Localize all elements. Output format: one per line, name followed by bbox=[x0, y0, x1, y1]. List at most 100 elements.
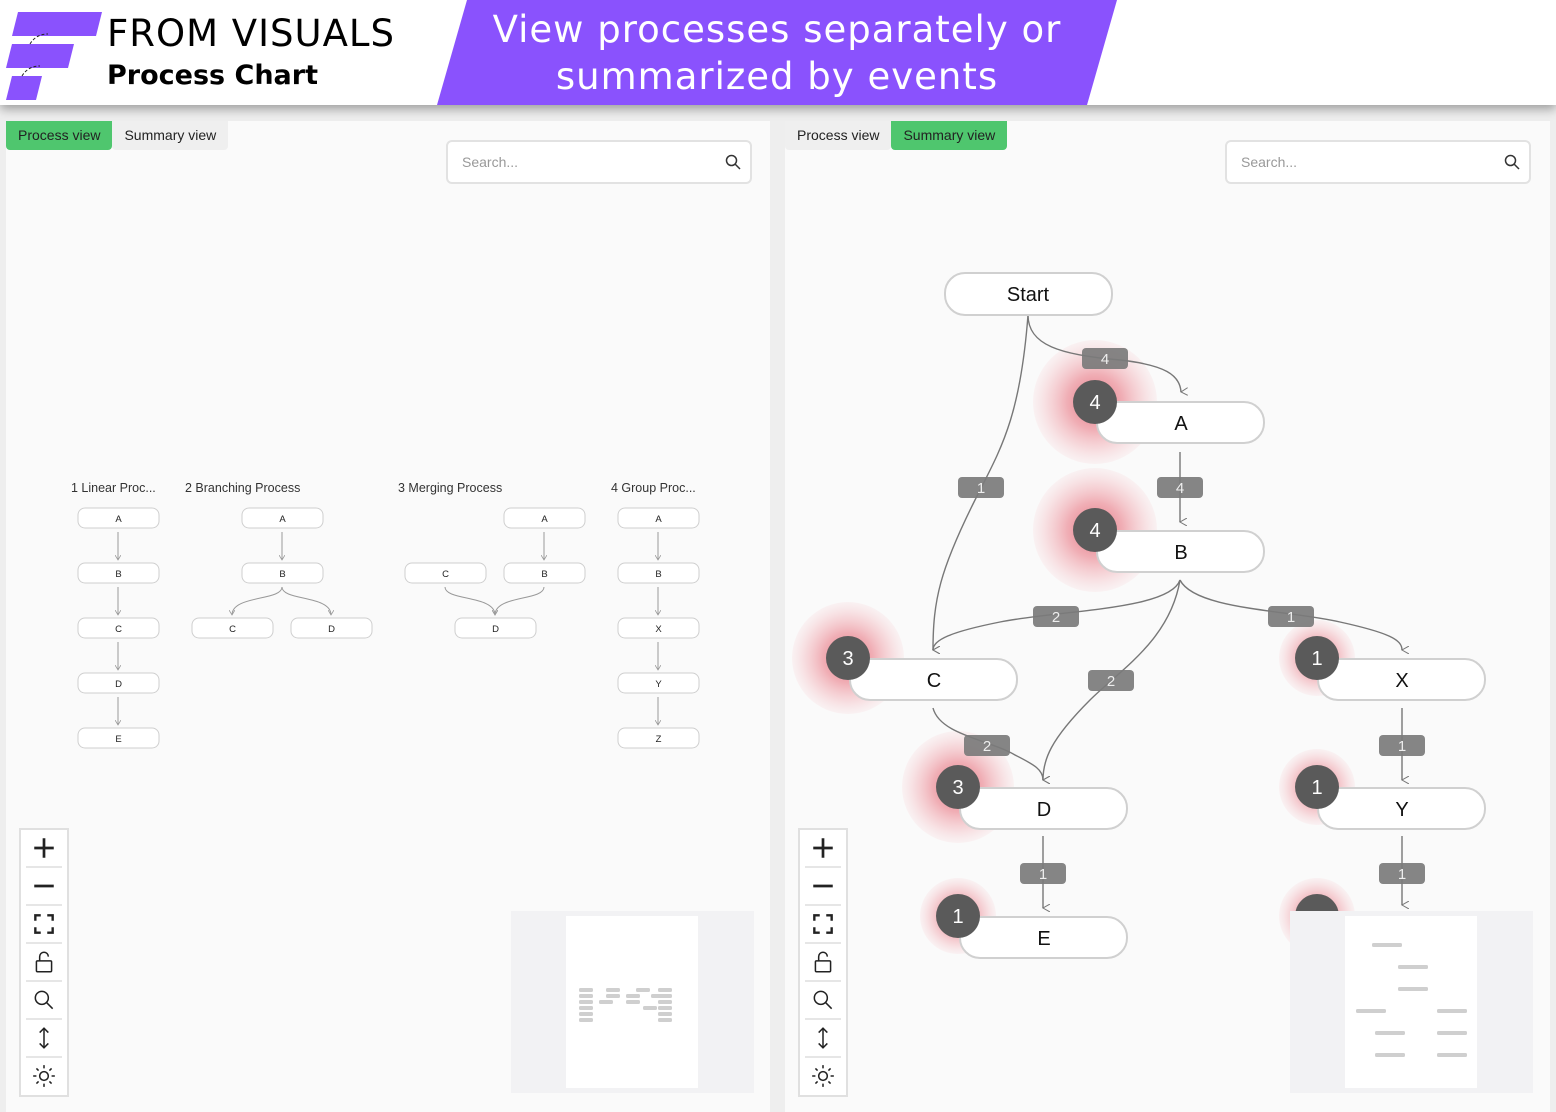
process-node[interactable]: B bbox=[503, 562, 586, 584]
process-title: 4 Group Proc... bbox=[611, 481, 696, 495]
count-badge-text: 1 bbox=[1311, 777, 1322, 799]
zoom-in-button[interactable] bbox=[26, 830, 62, 868]
process-node[interactable]: D bbox=[77, 672, 160, 694]
fit-view-button[interactable] bbox=[26, 906, 62, 944]
count-badge-text: 4 bbox=[1089, 520, 1100, 542]
search-button[interactable] bbox=[805, 982, 841, 1020]
edge-count-text: 2 bbox=[983, 738, 991, 755]
edge-count-text: 4 bbox=[1176, 480, 1184, 497]
tab-summary-view[interactable]: Summary view bbox=[112, 121, 229, 150]
process-node[interactable]: D bbox=[454, 617, 537, 639]
node-label: C bbox=[442, 569, 449, 580]
minimap-node bbox=[1375, 1031, 1405, 1035]
edge-count-text: 1 bbox=[977, 480, 985, 497]
node-label: B bbox=[279, 569, 285, 580]
minimap-node bbox=[606, 988, 620, 992]
search-button[interactable] bbox=[26, 982, 62, 1020]
process-node[interactable]: A bbox=[617, 507, 700, 529]
node-label: A bbox=[655, 514, 662, 525]
node-label: D bbox=[1037, 799, 1051, 821]
search-icon bbox=[813, 990, 833, 1010]
banner-line-2: summarized by events bbox=[555, 55, 999, 98]
vertical-layout-button[interactable] bbox=[805, 1020, 841, 1058]
tab-process-view[interactable]: Process view bbox=[785, 121, 892, 150]
process-node[interactable]: A bbox=[77, 507, 160, 529]
minimap-node bbox=[1398, 965, 1428, 969]
minimap-node bbox=[658, 994, 672, 998]
fit-view-button[interactable] bbox=[805, 906, 841, 944]
minimap-node bbox=[606, 994, 620, 998]
search-icon[interactable] bbox=[724, 153, 742, 171]
node-label: B bbox=[541, 569, 547, 580]
process-node[interactable]: A bbox=[503, 507, 586, 529]
process-node[interactable]: C bbox=[77, 617, 160, 639]
process-node[interactable]: A bbox=[241, 507, 324, 529]
graph-toolbar bbox=[798, 828, 848, 1097]
process-node[interactable]: Z bbox=[617, 727, 700, 749]
lock-button[interactable] bbox=[26, 944, 62, 982]
minimap-node bbox=[579, 1018, 593, 1022]
search-input[interactable] bbox=[1239, 153, 1493, 171]
minimap-node bbox=[643, 1006, 657, 1010]
process-node[interactable]: E bbox=[77, 727, 160, 749]
minimap-node bbox=[1437, 1009, 1467, 1013]
process-node[interactable]: C bbox=[191, 617, 274, 639]
minimap-viewport[interactable] bbox=[1345, 916, 1477, 1088]
node-label: X bbox=[655, 624, 662, 635]
process-node[interactable]: X bbox=[617, 617, 700, 639]
start-node[interactable]: Start bbox=[944, 272, 1113, 316]
minimap-node bbox=[579, 988, 593, 992]
vertical-layout-button[interactable] bbox=[26, 1020, 62, 1058]
minimap-viewport[interactable] bbox=[566, 916, 698, 1088]
tab-summary-view[interactable]: Summary view bbox=[891, 121, 1008, 150]
minimap-node bbox=[1356, 1009, 1386, 1013]
process-title: 2 Branching Process bbox=[185, 481, 300, 495]
lock-button[interactable] bbox=[805, 944, 841, 982]
zoom-out-button[interactable] bbox=[26, 868, 62, 906]
lock-icon bbox=[814, 951, 832, 973]
minimap[interactable] bbox=[1290, 911, 1533, 1093]
minimap-preview bbox=[1356, 943, 1467, 1057]
theme-button[interactable] bbox=[805, 1058, 841, 1094]
tab-process-view[interactable]: Process view bbox=[6, 121, 113, 150]
search-box bbox=[1225, 140, 1531, 184]
minimap-node bbox=[636, 988, 650, 992]
minimap-preview bbox=[579, 988, 672, 1022]
node-label: D bbox=[328, 624, 335, 635]
zoom-out-button[interactable] bbox=[805, 868, 841, 906]
edge-count-text: 1 bbox=[1398, 866, 1406, 883]
process-node[interactable]: D bbox=[290, 617, 373, 639]
minimap-node bbox=[1398, 987, 1428, 991]
node-label: C bbox=[115, 624, 122, 635]
process-node[interactable]: B bbox=[77, 562, 160, 584]
fit-view-icon bbox=[813, 914, 833, 934]
edge-count-text: 1 bbox=[1287, 609, 1295, 626]
process-node[interactable]: B bbox=[241, 562, 324, 584]
node-label: Y bbox=[655, 679, 662, 690]
edge-count-text: 1 bbox=[1398, 738, 1406, 755]
vertical-layout-icon bbox=[39, 1027, 49, 1049]
search-icon[interactable] bbox=[1503, 153, 1521, 171]
count-badge-text: 4 bbox=[1089, 392, 1100, 414]
minimap[interactable] bbox=[511, 911, 754, 1093]
fit-view-icon bbox=[34, 914, 54, 934]
minimap-node bbox=[1437, 1053, 1467, 1057]
node-label: Start bbox=[1007, 284, 1050, 306]
count-badge-text: 3 bbox=[952, 777, 963, 799]
node-label: B bbox=[115, 569, 121, 580]
minimap-node bbox=[658, 1006, 672, 1010]
zoom-in-icon bbox=[34, 838, 54, 858]
process-node[interactable]: B bbox=[617, 562, 700, 584]
zoom-in-button[interactable] bbox=[805, 830, 841, 868]
minimap-node bbox=[579, 1000, 593, 1004]
node-label: D bbox=[115, 679, 122, 690]
theme-button[interactable] bbox=[26, 1058, 62, 1094]
search-input[interactable] bbox=[460, 153, 714, 171]
search-icon bbox=[34, 990, 54, 1010]
process-node[interactable]: C bbox=[404, 562, 487, 584]
count-badge-text: 1 bbox=[952, 906, 963, 928]
minimap-node bbox=[579, 1006, 593, 1010]
minimap-node bbox=[579, 1012, 593, 1016]
node-label: X bbox=[1395, 670, 1408, 692]
process-node[interactable]: Y bbox=[617, 672, 700, 694]
